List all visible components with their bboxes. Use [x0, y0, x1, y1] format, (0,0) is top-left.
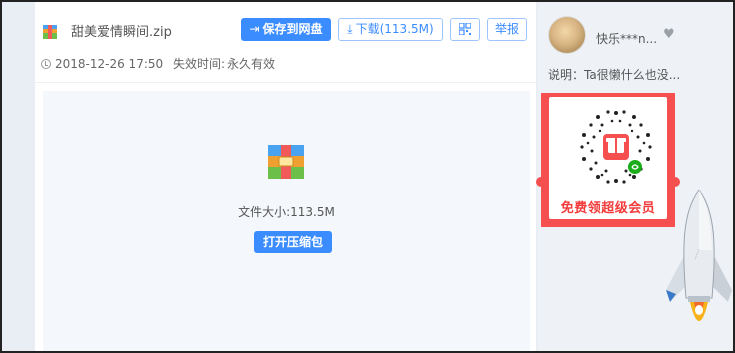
file-preview: 文件大小:113.5M 打开压缩包 [43, 91, 530, 353]
report-button[interactable]: 举报 [487, 18, 527, 41]
divider [35, 82, 536, 83]
save-button-label: 保存到网盘 [262, 22, 323, 36]
expire-value: 永久有效 [227, 57, 276, 71]
file-header: 甜美爱情瞬间.zip ⇥ 保存到网盘 ⤓ 下载(113.5M) 举报 [41, 16, 531, 50]
avatar[interactable] [548, 16, 586, 54]
download-button-label: 下载(113.5M) [355, 22, 434, 36]
heart-icon[interactable]: ♥ [663, 27, 675, 42]
report-button-label: 举报 [494, 22, 519, 36]
file-meta: 2018-12-26 17:50 失效时间: 永久有效 [41, 56, 281, 72]
promo-notch-right [670, 177, 680, 187]
file-size-text: 文件大小:113.5M [238, 205, 335, 219]
file-name: 甜美爱情瞬间.zip [71, 25, 172, 40]
user-description: 说明：Ta很懒什么也没... [548, 68, 681, 82]
promo-notch-left [536, 177, 546, 187]
promo-text: 免费领超级会员 [560, 201, 656, 216]
promo-card: 免费领超级会员 [549, 97, 667, 219]
zip-file-icon [43, 25, 57, 39]
main-panel: 甜美爱情瞬间.zip ⇥ 保存到网盘 ⤓ 下载(113.5M) 举报 2018-12… [35, 2, 536, 353]
qr-code-icon [458, 22, 472, 36]
download-button[interactable]: ⤓ 下载(113.5M) [338, 18, 443, 41]
save-to-cloud-button[interactable]: ⇥ 保存到网盘 [241, 18, 331, 41]
save-icon: ⇥ [249, 22, 260, 36]
rocket-icon[interactable]: ······ [664, 190, 734, 340]
mini-program-qr-code-icon [580, 110, 652, 184]
qr-code-button[interactable] [450, 18, 480, 41]
open-archive-button[interactable]: 打开压缩包 [254, 231, 332, 253]
username[interactable]: 快乐***n... [596, 30, 657, 47]
upload-date: 2018-12-26 17:50 [55, 57, 164, 71]
clock-icon [41, 59, 51, 69]
zip-archive-icon [268, 145, 304, 179]
promo-banner[interactable]: 免费领超级会员 [536, 93, 680, 227]
expire-label: 失效时间: [172, 57, 226, 71]
download-icon: ⤓ [347, 22, 353, 36]
